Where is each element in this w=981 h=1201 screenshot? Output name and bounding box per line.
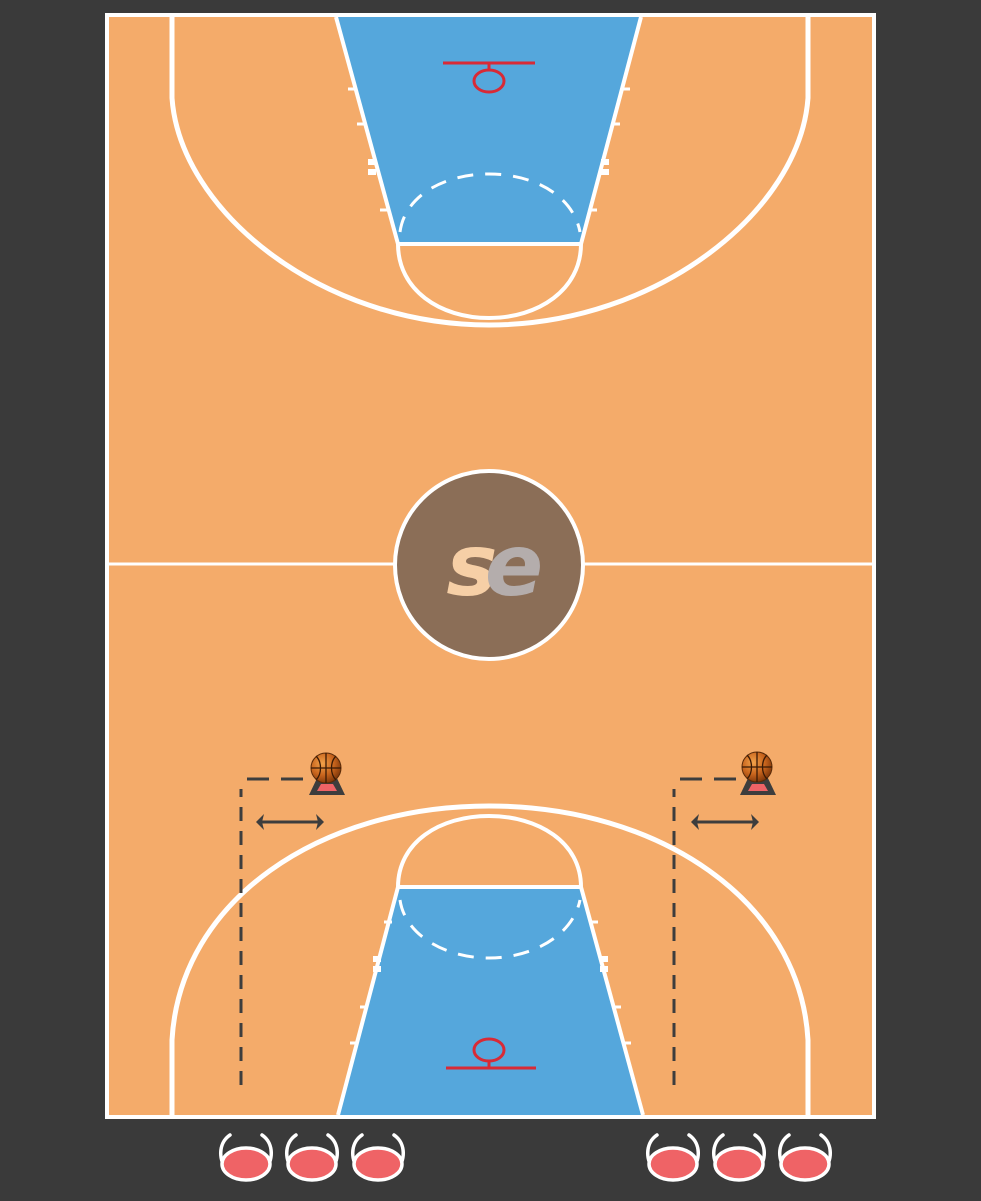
logo-letter-e: e — [485, 516, 543, 616]
drill-diagram: s e — [0, 0, 981, 1201]
basketball-icon — [741, 751, 773, 783]
basketball-court-diagram: s e — [0, 0, 981, 1201]
center-circle-logo: s e — [393, 469, 585, 661]
basketball-icon — [310, 752, 342, 784]
